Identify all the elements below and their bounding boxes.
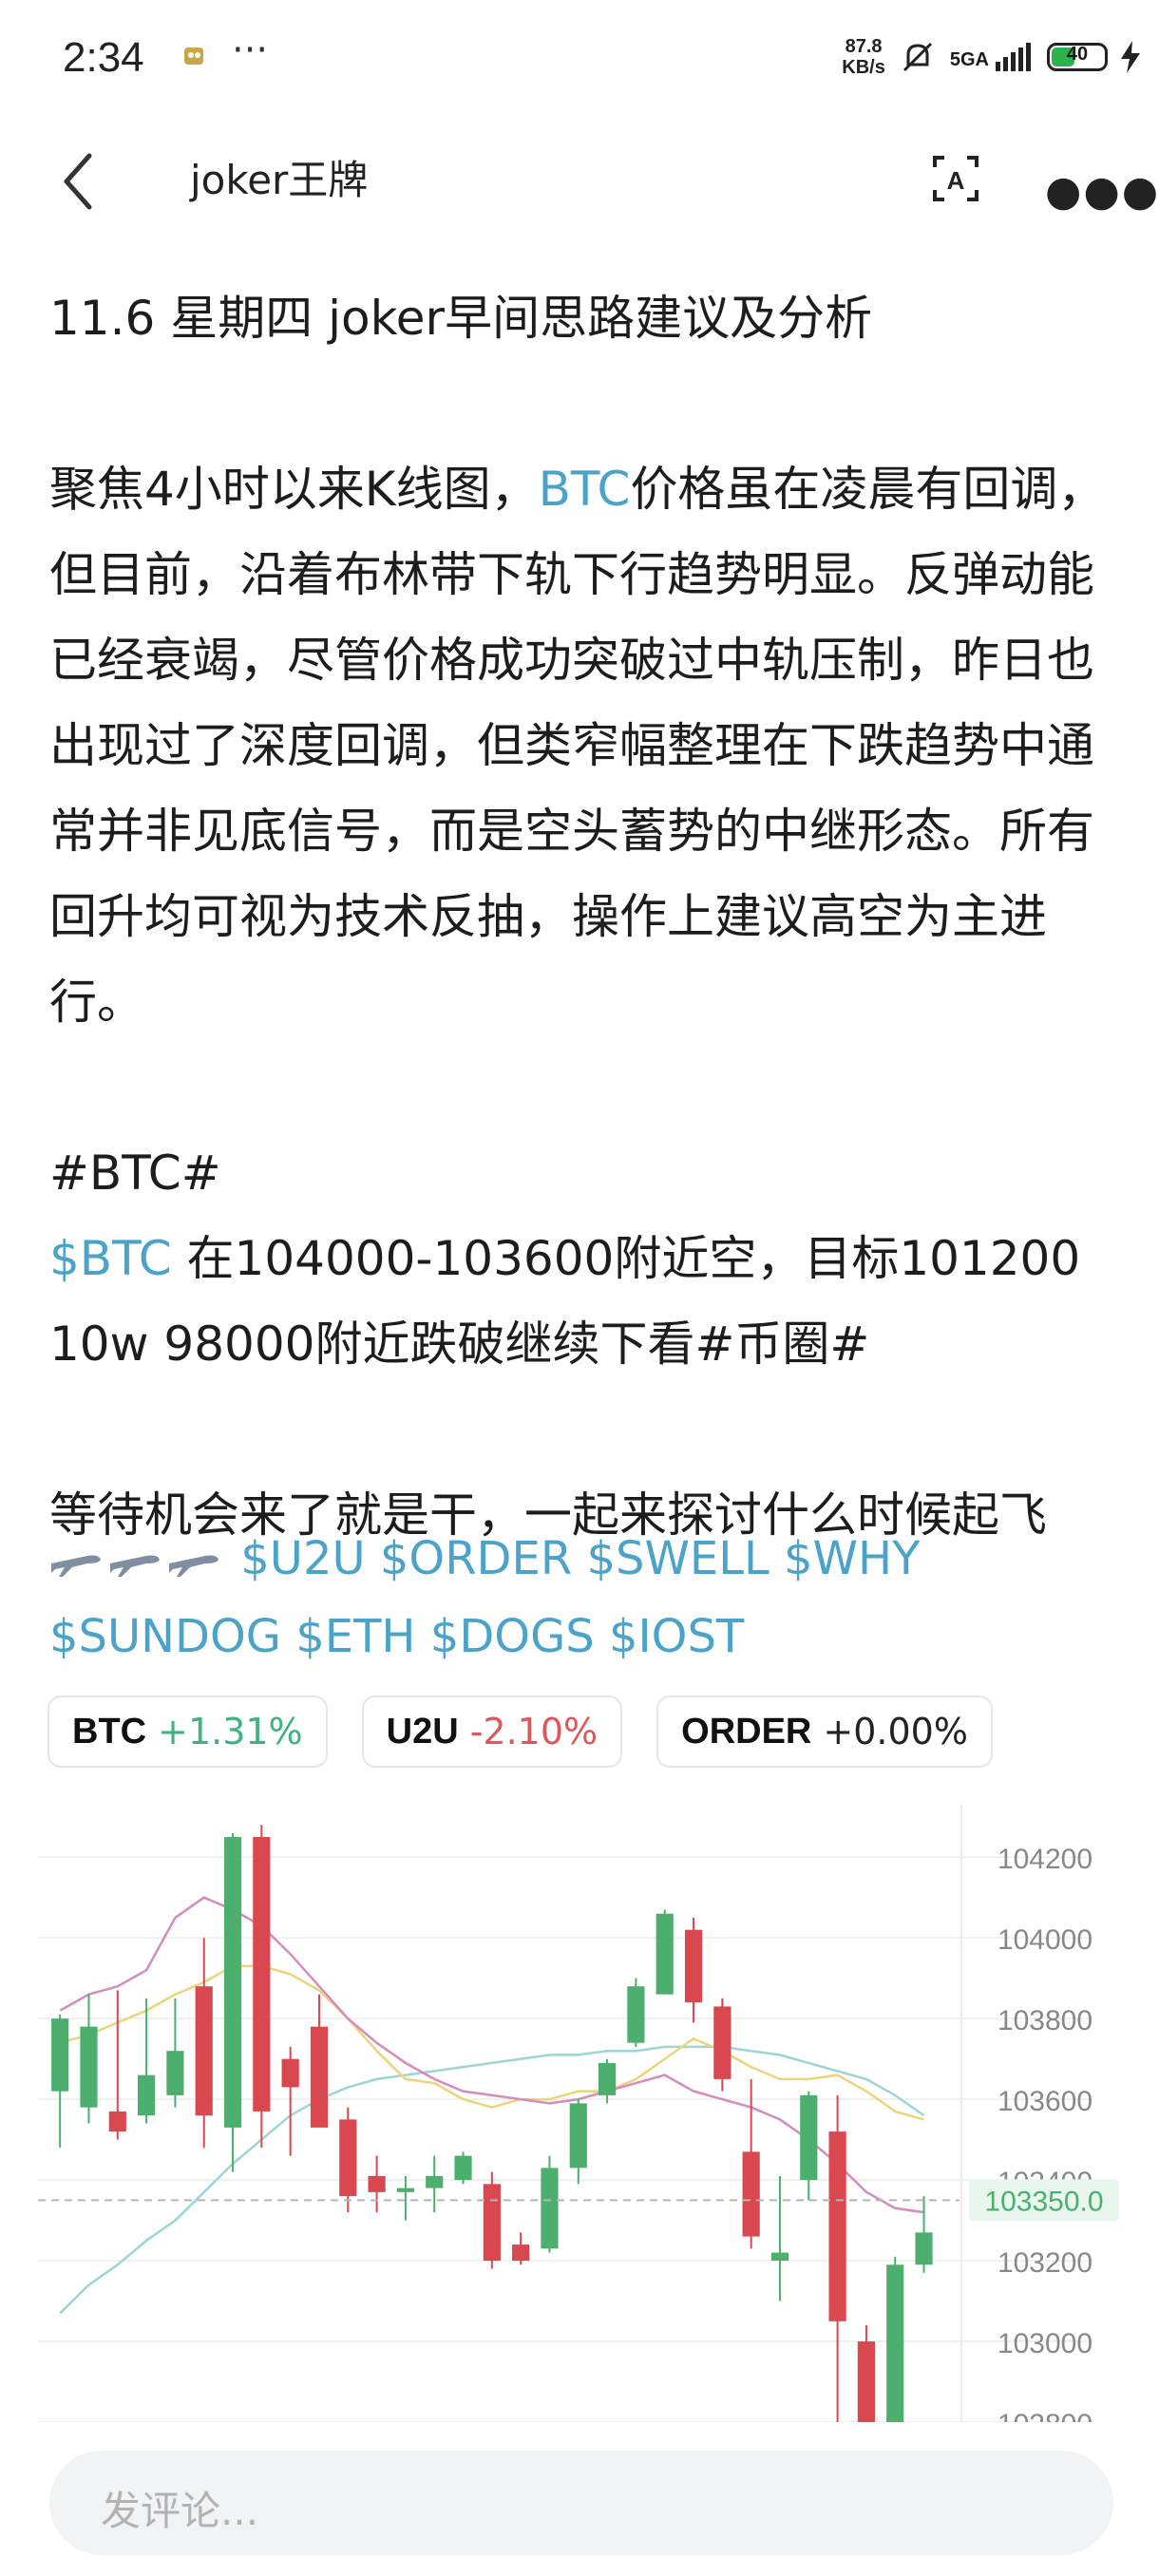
hashtag-btc[interactable]: #BTC# <box>49 1130 1113 1216</box>
para2-rest: 在104000-103600附近空，目标101200 10w 98000附近跌破… <box>49 1231 1081 1372</box>
y-tick-label: 104200 <box>998 1844 1092 1875</box>
ticker-symbol: BTC <box>72 1711 147 1752</box>
back-arrow-icon[interactable] <box>55 148 103 215</box>
status-right: 87.8 KB/s 5GA 40 <box>842 36 1140 78</box>
candle-body <box>915 2232 933 2265</box>
translate-icon[interactable]: A <box>929 152 982 205</box>
battery-icon: 40 <box>1047 43 1108 71</box>
comment-input[interactable]: 发评论... <box>49 2451 1113 2555</box>
candle-body <box>627 1986 645 2043</box>
battery-level: 40 <box>1066 44 1089 65</box>
candle-body <box>166 2051 184 2095</box>
ticker-chip-btc[interactable]: BTC +1.31% <box>48 1695 328 1768</box>
more-notifications-icon: ··· <box>232 28 269 72</box>
ticker-change: +1.31% <box>158 1711 303 1752</box>
para1-rest: 价格虽在凌晨有回调，但目前，沿着布林带下轨下行趋势明显。反弹动能已经衰竭，尽管价… <box>49 462 1106 1030</box>
candle-body <box>569 2103 587 2169</box>
candle-body <box>310 2026 329 2128</box>
candle-body <box>80 2026 98 2108</box>
candle-body <box>368 2175 386 2192</box>
candle-body <box>742 2151 760 2237</box>
candle-body <box>684 1929 703 2003</box>
ticker-chip-order[interactable]: ORDER +0.00% <box>656 1695 993 1768</box>
para1-prefix: 聚焦4小时以来K线图， <box>49 462 539 517</box>
y-tick-label: 102800 <box>998 2409 1092 2422</box>
btc-cashtag-link[interactable]: $BTC <box>49 1231 172 1286</box>
candle-body <box>800 2094 818 2181</box>
airplane-icon <box>51 1555 101 1577</box>
more-options-icon[interactable]: ●●● <box>1045 167 1159 216</box>
comment-placeholder: 发评论... <box>101 2488 259 2534</box>
cashtag-line: $U2U $ORDER $SWELL $WHY $SUNDOG $ETH $DO… <box>49 1520 1113 1676</box>
app-notification-icon <box>184 47 203 65</box>
candle-body <box>195 1986 213 2116</box>
post-paragraph-1: 聚焦4小时以来K线图，BTC价格虽在凌晨有回调，但目前，沿着布林带下轨下行趋势明… <box>49 446 1113 1045</box>
ticker-chips: BTC +1.31% U2U -2.10% ORDER +0.00% <box>48 1695 993 1768</box>
y-tick-label: 103200 <box>998 2247 1092 2279</box>
candle-body <box>828 2131 846 2321</box>
candle-body <box>396 2188 414 2192</box>
signal-bars-icon <box>996 43 1031 71</box>
net-speed-value: 87.8 <box>845 36 883 57</box>
candle-body <box>138 2074 156 2116</box>
candle-body <box>541 2168 559 2249</box>
candlestick-chart[interactable]: 1042001040001038001036001034001032001030… <box>38 1805 1121 2422</box>
clock: 2:34 <box>63 34 144 81</box>
charging-bolt-icon <box>1121 41 1140 73</box>
silent-bell-icon <box>902 42 932 72</box>
y-tick-label: 103800 <box>998 2005 1092 2036</box>
btc-link[interactable]: BTC <box>539 462 631 517</box>
airplane-icon <box>169 1555 218 1577</box>
ticker-symbol: U2U <box>386 1711 459 1752</box>
page-title: joker王牌 <box>190 157 369 203</box>
airplane-icon <box>110 1555 160 1577</box>
ticker-change: -2.10% <box>469 1711 598 1752</box>
ma-line-mid <box>59 1964 924 2121</box>
candle-body <box>223 1836 242 2128</box>
y-tick-label: 103000 <box>998 2328 1092 2359</box>
post-body: 11.6 星期四 joker早间思路建议及分析 聚焦4小时以来K线图，BTC价格… <box>49 275 1113 1558</box>
status-bar: 2:34 ··· 87.8 KB/s 5GA 40 <box>0 0 1159 114</box>
candle-body <box>598 2062 617 2095</box>
candle-body <box>426 2175 444 2188</box>
candle-body <box>713 2006 732 2079</box>
current-price-label: 103350.0 <box>984 2186 1103 2217</box>
candle-body <box>51 2018 69 2092</box>
ma-line-fast <box>59 1896 924 2214</box>
ticker-chip-u2u[interactable]: U2U -2.10% <box>361 1695 623 1768</box>
y-tick-label: 104000 <box>998 1924 1092 1956</box>
candle-body <box>253 1836 271 2112</box>
ticker-change: +0.00% <box>823 1711 968 1752</box>
net-speed-unit: KB/s <box>842 57 885 78</box>
chart-svg: 1042001040001038001036001034001032001030… <box>38 1805 1119 2422</box>
net-speed: 87.8 KB/s <box>842 36 885 78</box>
candle-body <box>483 2184 501 2262</box>
candle-body <box>281 2058 299 2088</box>
signal-indicator: 5GA <box>950 43 1034 71</box>
candle-body <box>886 2264 904 2422</box>
candle-body <box>770 2252 789 2262</box>
candle-body <box>857 2341 875 2422</box>
candle-body <box>454 2155 472 2181</box>
post-paragraph-2: $BTC 在104000-103600附近空，目标101200 10w 9800… <box>49 1216 1113 1387</box>
y-tick-label: 103600 <box>998 2086 1092 2117</box>
top-bar: joker王牌 A ●●● <box>0 114 1159 247</box>
ticker-symbol: ORDER <box>681 1711 812 1752</box>
svg-text:A: A <box>947 166 965 195</box>
candle-body <box>108 2111 126 2132</box>
post-headline: 11.6 星期四 joker早间思路建议及分析 <box>49 291 873 346</box>
candle-body <box>512 2245 530 2262</box>
network-type: 5GA <box>949 49 989 70</box>
candle-body <box>656 1913 674 1995</box>
candle-body <box>339 2119 357 2197</box>
